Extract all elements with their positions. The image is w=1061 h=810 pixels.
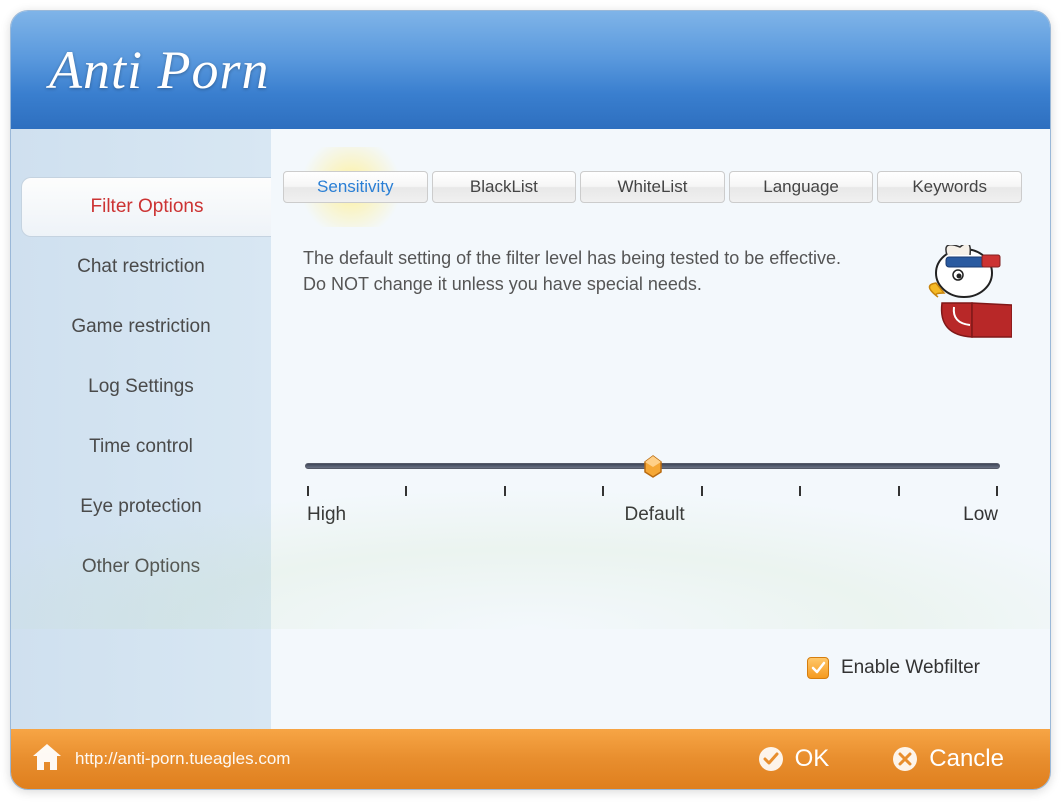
sensitivity-slider: High Default Low — [283, 456, 1022, 526]
slider-labels: High Default Low — [305, 504, 1000, 526]
sidebar-item-time-control[interactable]: Time control — [11, 417, 271, 477]
description-text: The default setting of the filter level … — [303, 245, 843, 360]
slider-track[interactable] — [305, 456, 1000, 476]
sidebar-item-eye-protection[interactable]: Eye protection — [11, 477, 271, 537]
sidebar-item-label: Other Options — [82, 556, 200, 578]
cancel-button-label: Cancle — [929, 745, 1004, 773]
cancel-button[interactable]: Cancle — [875, 739, 1020, 779]
slider-ticks — [305, 486, 1000, 496]
content-area: Filter Options Chat restriction Game res… — [11, 129, 1050, 729]
ok-circle-icon — [757, 745, 785, 773]
tab-blacklist[interactable]: BlackList — [432, 171, 577, 203]
enable-webfilter-label: Enable Webfilter — [841, 657, 980, 679]
sidebar-item-log-settings[interactable]: Log Settings — [11, 357, 271, 417]
sidebar-item-label: Chat restriction — [77, 256, 205, 278]
tab-label: WhiteList — [618, 177, 688, 197]
enable-webfilter-row: Enable Webfilter — [807, 657, 980, 679]
tab-bar: Sensitivity BlackList WhiteList Language… — [283, 171, 1022, 203]
tab-label: BlackList — [470, 177, 538, 197]
slider-thumb[interactable] — [642, 454, 664, 483]
ok-button-label: OK — [795, 745, 830, 773]
slider-label-high: High — [307, 504, 346, 526]
description-row: The default setting of the filter level … — [283, 245, 1022, 360]
slider-label-default: Default — [625, 504, 685, 526]
check-icon — [810, 660, 826, 676]
tab-whitelist[interactable]: WhiteList — [580, 171, 725, 203]
footer-bar: http://anti-porn.tueagles.com OK Cancle — [11, 729, 1050, 789]
title-bar: Anti Porn — [11, 11, 1050, 129]
tab-label: Language — [763, 177, 839, 197]
sidebar-item-label: Eye protection — [80, 496, 201, 518]
app-title: Anti Porn — [49, 39, 270, 101]
sidebar-item-filter-options[interactable]: Filter Options — [21, 177, 272, 237]
sidebar-item-other-options[interactable]: Other Options — [11, 537, 271, 597]
tab-keywords[interactable]: Keywords — [877, 171, 1022, 203]
sidebar-item-label: Time control — [89, 436, 193, 458]
eagle-mascot-icon — [912, 245, 1012, 360]
home-icon[interactable] — [29, 740, 65, 779]
ok-button[interactable]: OK — [741, 739, 846, 779]
main-panel: Sensitivity BlackList WhiteList Language… — [271, 129, 1050, 729]
sidebar-item-label: Game restriction — [71, 316, 210, 338]
sidebar-item-label: Filter Options — [91, 196, 204, 218]
footer-url[interactable]: http://anti-porn.tueagles.com — [75, 749, 290, 769]
tab-label: Keywords — [912, 177, 987, 197]
sidebar-item-game-restriction[interactable]: Game restriction — [11, 297, 271, 357]
enable-webfilter-checkbox[interactable] — [807, 657, 829, 679]
sidebar-item-chat-restriction[interactable]: Chat restriction — [11, 237, 271, 297]
sidebar-item-label: Log Settings — [88, 376, 194, 398]
cancel-circle-icon — [891, 745, 919, 773]
tab-language[interactable]: Language — [729, 171, 874, 203]
app-window: Anti Porn Filter Options Chat restrictio… — [10, 10, 1051, 790]
tab-sensitivity[interactable]: Sensitivity — [283, 171, 428, 203]
tab-label: Sensitivity — [317, 177, 394, 197]
slider-label-low: Low — [963, 504, 998, 526]
sidebar: Filter Options Chat restriction Game res… — [11, 129, 271, 729]
